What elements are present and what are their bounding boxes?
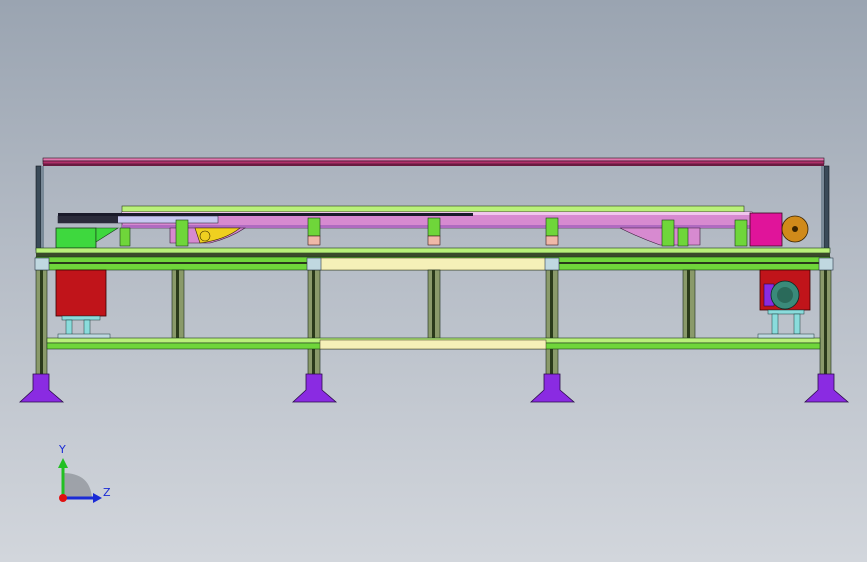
cad-viewport[interactable]: Y Z: [0, 0, 867, 562]
right-motor: [757, 269, 815, 339]
belt-assembly: [55, 205, 809, 249]
top-rail: [42, 157, 825, 166]
coordinate-triad[interactable]: [50, 448, 120, 508]
origin-icon: [59, 494, 67, 502]
frame-feet: [18, 373, 850, 403]
upper-frame: [35, 247, 831, 271]
conveyor-assembly-drawing[interactable]: [0, 0, 867, 562]
left-motor: [55, 269, 111, 339]
z-axis-arrow-icon: [93, 493, 102, 503]
y-axis-label: Y: [59, 443, 66, 456]
y-axis-arrow-icon: [58, 458, 68, 468]
frame-legs: [35, 269, 832, 377]
lower-frame: [46, 337, 821, 350]
triad-plane-icon: [63, 473, 92, 498]
z-axis-label: Z: [103, 486, 111, 499]
